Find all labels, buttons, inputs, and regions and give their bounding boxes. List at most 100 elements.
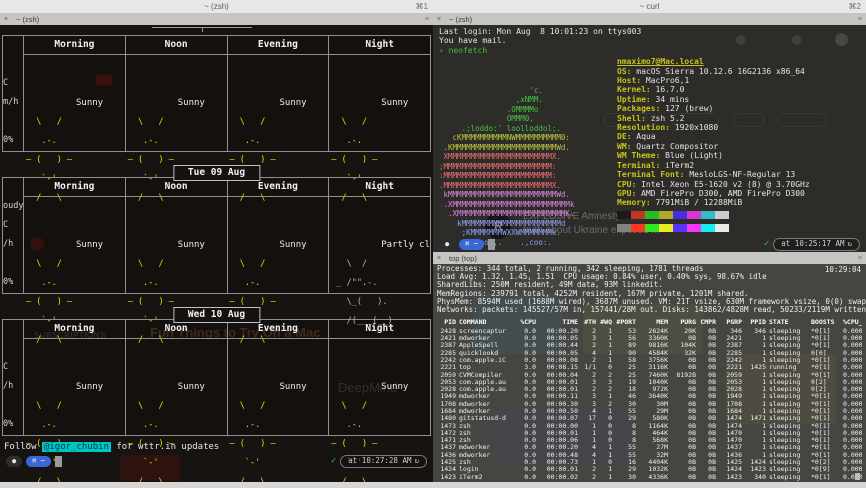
wttr-footer: Follow @igor_chubin for wttr.in updates [4,442,220,452]
right-window-titlebar[interactable]: ~ curl ⌘2 [433,0,866,13]
wrapped-fragment [3,254,23,273]
wrapped-fragment: 0% [3,277,14,287]
left-terminal-screen[interactable]: SUBSCRIPTIONS Fun Things to Try On a Mac… [0,25,433,482]
condition-label: Sunny [76,98,104,108]
left-status-bar: ● ⌘ ~ ✓ at 10:27:28 AM ↻ [0,454,433,468]
tab-bar-menu-icon[interactable]: ≡ [425,16,429,23]
condition-label: Sunny [279,98,307,108]
condition-label: Sunny [177,382,205,392]
date-box-row: Tue 09 Aug [2,165,431,181]
weather-icon: \ / .-. ― ( ) ― `-' / \ [127,401,174,482]
palette-swatch [715,224,729,233]
column-header: Evening [227,36,329,55]
weather-icon: \ / .-. ― ( ) ― `-' / \ [229,259,276,345]
wrapped-text-gutter: Cm/h 0% [3,36,24,151]
wrapped-text-gutter: oudy C/h 0% [3,178,24,293]
status-app-pill[interactable]: ● [6,455,23,467]
status-shell-pill[interactable]: ⌘ ~ [459,238,484,250]
top-summary-line: Networks: packets: 145527/57M in, 157441… [437,305,866,315]
process-table-header: PID COMMAND %CPU TIME #TH #WQ #PORT MEM PURG CMPR… [444,318,862,327]
wrapped-fragment [3,112,23,131]
column-night: Night \ / .-. ― ( ) ― `-' / \ Sunny [328,320,430,482]
column-header: Noon [125,36,227,55]
refresh-icon: ↻ [414,456,419,465]
process-row: 2387 AppleSpell 0.0 00:00.44 2 1 89 9816K 104K 0B… [440,342,862,350]
palette-swatch [631,210,645,219]
tab-bar-menu-icon[interactable]: ≡ [858,16,862,23]
tab-close-icon[interactable]: × [437,16,445,23]
info-row: GPU: AMD FirePro D300, AMD FirePro D300 [617,188,805,198]
info-row: DE: Aqua [617,132,656,142]
left-window-titlebar[interactable]: ~ (zsh) ⌘1 [0,0,433,13]
status-graph-icon: ✓ [330,456,337,466]
status-app-pill[interactable]: ● [439,238,456,250]
info-row: Uptime: 34 mins [617,94,690,104]
process-row: 1423 iTerm2 0.0 00:00.02 2 1 30 4336K 0B 0B 1423 34… [440,473,862,481]
condition-label: Sunny [279,240,307,250]
column-morning: Morning \ / .-. ― ( ) ― `-' / \ Sunny [24,320,125,482]
weather-icon: \ / .-. ― ( ) ― `-' / \ [229,401,276,482]
palette-swatch [715,210,729,219]
right-top-status-bar: ● ⌘ ~ ✓ at 10:25:17 AM ↻ [433,237,866,251]
datebox-cut-fragment [2,27,431,35]
neofetch-output: Last login: Mon Aug 8 10:01:23 on ttys00… [433,25,866,249]
palette-swatch [617,210,631,219]
status-clock[interactable]: at 10:27:28 AM ↻ [340,454,427,468]
process-row: 1473 zsh 0.0 00:00.00 1 0 8 1164K 0B 0B 1474 1 sleep… [440,422,862,430]
weather-icon: \ / .-. ― ( ) ― `-' / \ [331,117,378,203]
column-header: Night [329,320,430,339]
wrapped-fragment: C [3,362,9,372]
terminal-color-palette [617,210,860,238]
column-morning: Morning \ / .-. ― ( ) ― `-' / \ Sunny [24,178,125,345]
column-evening: Evening \ / .-. ― ( ) ― `-' / \ Sunny [226,36,329,203]
process-row: 2221 top 3.0 00:08.15 1/1 0 25 3116K 0B 0B 2221 142… [440,364,862,372]
right-tab-label[interactable]: ~ (zsh) [449,15,472,24]
process-row: 2053 com.apple.au 0.0 00:00.01 3 3 19 1040K 0B 0B… [440,378,862,386]
column-evening: Evening \ / .-. ― ( ) ― `-' / \ Sunny [226,178,329,345]
status-clock[interactable]: at 10:25:17 AM ↻ [773,237,860,251]
column-night: Night \ / .-. ― ( ) ― `-' / \ Sunny [328,36,430,203]
tab-close-icon[interactable]: × [4,16,12,23]
column-evening: Evening \ / .-. ― ( ) ― `-' / \ Sunny [226,320,329,482]
neofetch-terminal-screen[interactable]: R EXPLOSIVE Amnesty International truth … [433,25,866,252]
condition-label: Partly cl [381,240,430,250]
bottom-tab-label[interactable]: top (top) [449,254,477,263]
process-row: 1708 mdworker 0.0 00:00.30 3 2 30 30M 0B 0B 1708 1 s… [440,400,862,408]
condition-label: Sunny [177,240,205,250]
process-row: 1471 zsh 0.0 00:00.06 1 0 8 568K 0B 0B 1470 1 sleepi… [440,437,862,445]
palette-swatch [701,224,715,233]
left-terminal-window: ~ (zsh) ⌘1 × ~ (zsh) ≡ SUBSCRIPTIONS Fun… [0,0,433,482]
column-header: Night [329,178,430,197]
forecast-table: C/h 0% Morning \ / .-. ― ( ) ― `-' / \ [2,319,431,482]
top-clock: 10:29:04 [824,265,861,274]
wrapped-fragment [3,339,23,358]
wrapped-fragment: C [3,78,9,88]
info-row: Shell: zsh 5.2 [617,113,685,123]
palette-swatch [673,210,687,219]
date-box: Tue 09 Aug [172,165,261,181]
process-row: 1480 gitstatusd-d 0.0 00:00.07 17 0 29 580K 0B 0B… [440,415,862,423]
left-tab-label[interactable]: ~ (zsh) [16,15,39,24]
wrapped-fragment: /h [3,239,14,249]
process-row: 1949 mdworker 0.0 00:00.11 3 1 46 3640K 0B 0B 1949… [440,393,862,401]
palette-swatch [673,224,687,233]
prompt-icon: › [439,45,444,55]
column-noon: Noon \ / .-. ― ( ) ― `-' / \ Sunny [124,320,227,482]
date-box: Wed 10 Aug [172,307,261,323]
tab-close-icon[interactable]: × [437,255,445,262]
process-row: 2285 quicklookd 0.0 00:00.05 4 1 90 4584K 32K 0B 2… [440,349,862,357]
wrapped-fragment [3,55,23,74]
info-row: Terminal Font: MesloLGS-NF-Regular 13 [617,170,796,180]
status-shell-pill[interactable]: ⌘ ~ [26,455,51,467]
status-graph-icon: ✓ [763,239,770,249]
top-terminal-screen[interactable]: 10:29:04 Processes: 344 total, 2 running… [433,264,866,482]
date-box-row: Wed 10 Aug [2,307,431,323]
info-row: Terminal: iTerm2 [617,160,695,170]
wrapped-fragment: 0% [3,135,14,145]
tab-bar-menu-icon[interactable]: ≡ [858,255,862,262]
prompt-line: › neofetch [439,46,860,55]
weather-icon: \ / _ /"".-. \_( ). /(___(__) [331,259,393,326]
process-row: 2059 CVMCompiler 0.0 00:00.04 2 2 25 7460K 8192B… [440,371,862,379]
terminal-cursor [855,472,860,480]
mail-line: You have mail. [439,36,507,46]
